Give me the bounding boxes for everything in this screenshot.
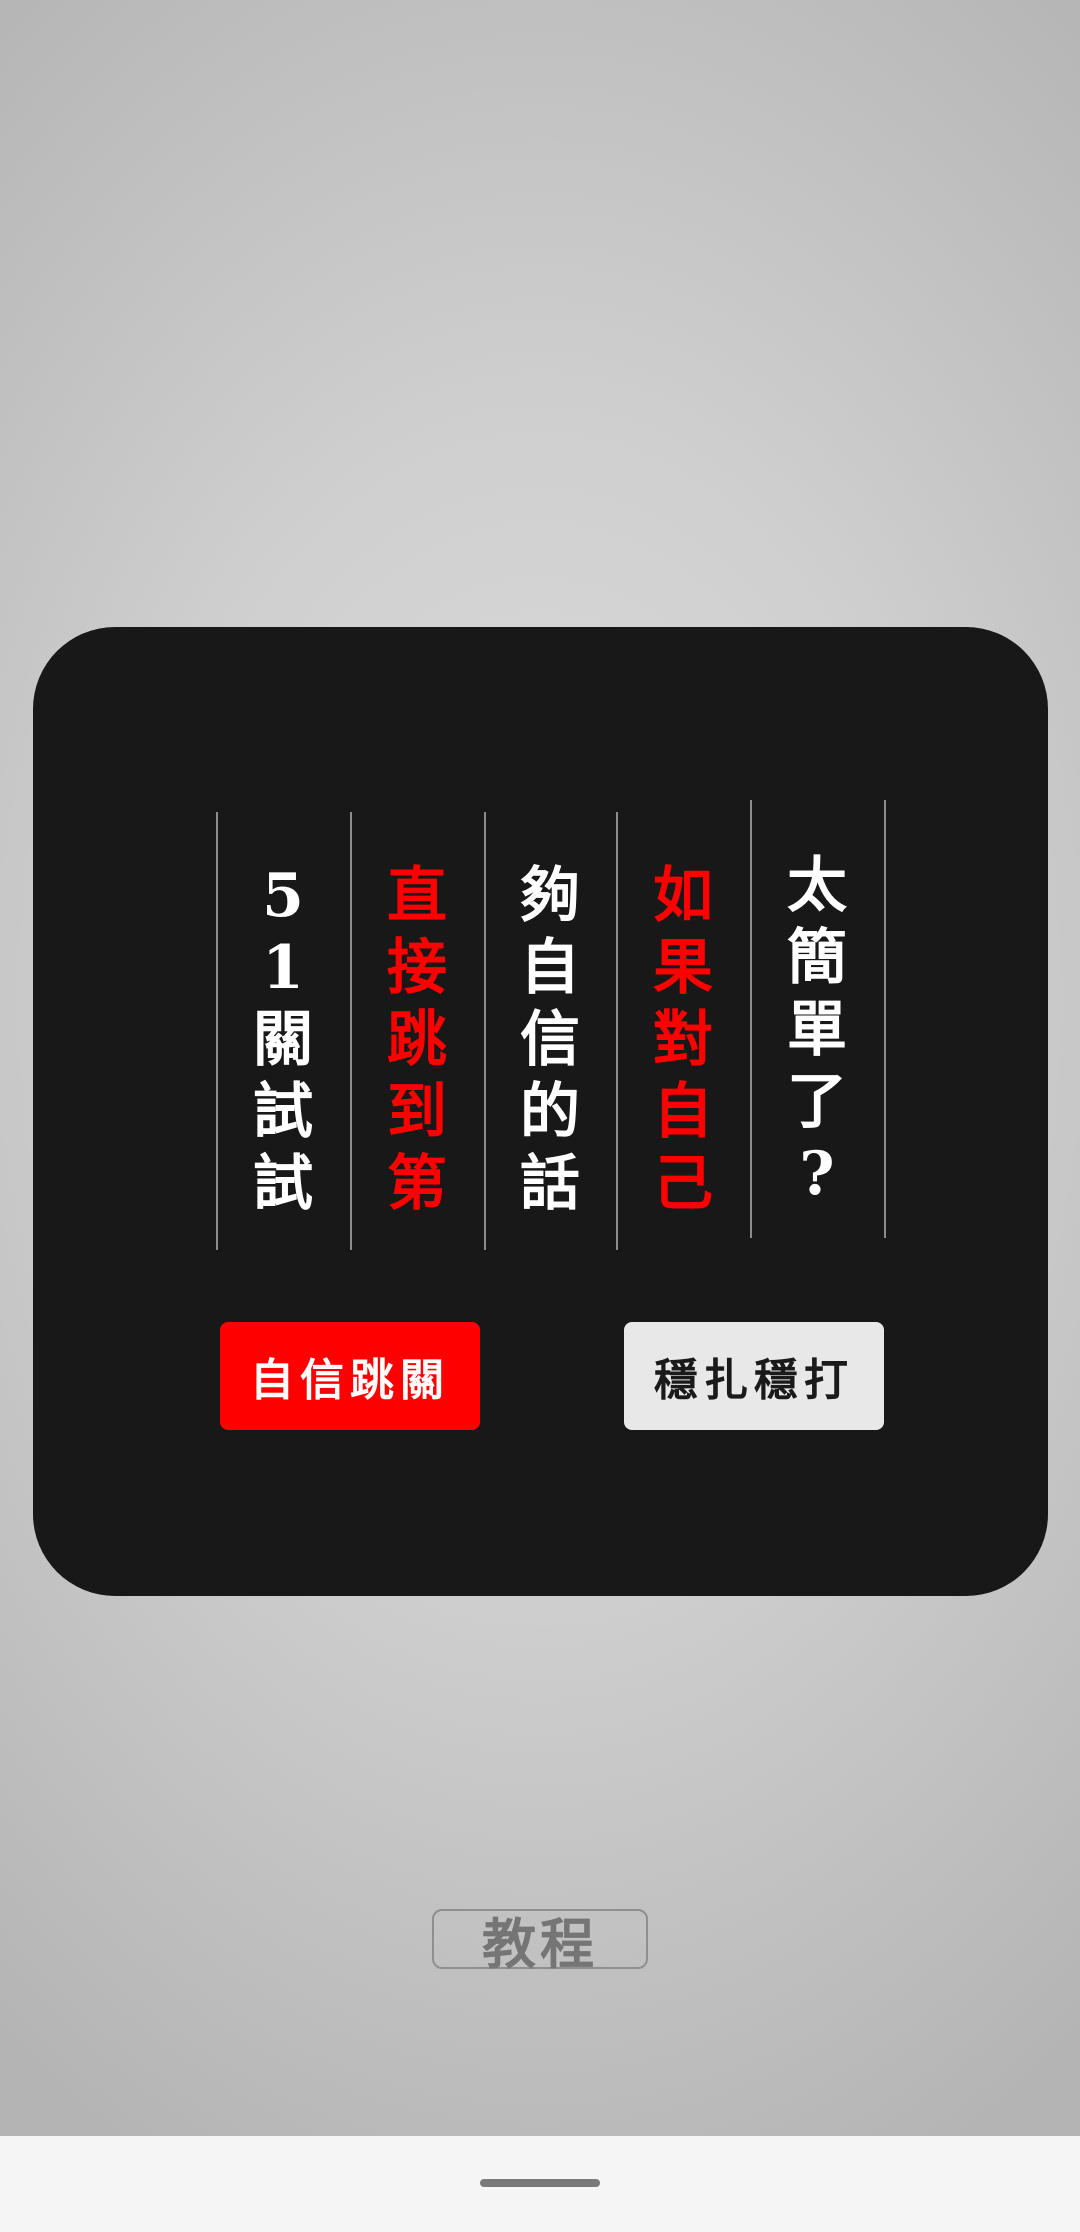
column-divider <box>750 800 752 1238</box>
column-divider <box>616 812 618 1250</box>
column-divider <box>484 812 486 1250</box>
dialog-message: 太簡單了? 如果對自己 夠自信的話 直接跳到第 51關試試 <box>216 800 886 1250</box>
message-column-4: 直接跳到第 <box>387 861 447 1219</box>
column-divider <box>884 800 886 1238</box>
message-column-1: 太簡單了? <box>787 851 847 1209</box>
tutorial-button[interactable]: 教程 <box>432 1909 648 1976</box>
confident-skip-button[interactable]: 自信跳關 <box>220 1322 480 1430</box>
steady-play-button[interactable]: 穩扎穩打 <box>624 1322 884 1430</box>
home-indicator[interactable] <box>480 2179 600 2187</box>
column-divider <box>350 812 352 1250</box>
column-divider <box>216 812 218 1250</box>
message-column-5: 51關試試 <box>253 861 313 1219</box>
message-column-3: 夠自信的話 <box>520 861 580 1219</box>
message-column-2: 如果對自己 <box>653 861 713 1219</box>
